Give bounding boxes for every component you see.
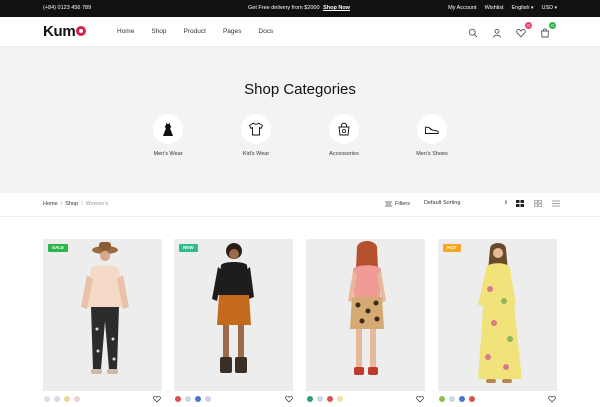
color-swatch[interactable] (439, 396, 445, 402)
color-swatch[interactable] (44, 396, 50, 402)
color-swatch[interactable] (449, 396, 455, 402)
wishlist-link[interactable]: Wishlist (485, 5, 504, 11)
product-image (478, 243, 522, 383)
category-circle (241, 114, 271, 144)
color-swatch[interactable] (337, 396, 343, 402)
shoe-icon (425, 126, 439, 134)
nav-home[interactable]: Home (117, 28, 134, 35)
color-swatches (44, 396, 80, 402)
shop-now-link[interactable]: Shop Now (323, 5, 350, 11)
main-header: Kum Home Shop Product Pages Docs 0 0 (0, 17, 600, 47)
nav-docs[interactable]: Docs (258, 28, 273, 35)
sort-value: Default Sorting (424, 200, 461, 206)
color-swatch[interactable] (469, 396, 475, 402)
main-nav: Home Shop Product Pages Docs (117, 28, 273, 35)
heart-icon[interactable] (548, 395, 556, 403)
product-image (212, 243, 254, 373)
promo-text: Get Free delivery from $2000 (248, 5, 320, 11)
tshirt-icon (248, 122, 264, 136)
bag-icon (338, 122, 350, 136)
sort-arrows-icon: ⇕ (503, 200, 508, 206)
heart-icon[interactable] (285, 395, 293, 403)
category-mens-wear[interactable]: Men's Wear (133, 114, 203, 157)
breadcrumb: Home / Shop / Women's (43, 201, 109, 207)
top-bar-links: My Account Wishlist English USD (448, 5, 557, 11)
category-mens-shoes[interactable]: Men's Shoes (397, 114, 467, 157)
breadcrumb-shop[interactable]: Shop (65, 201, 78, 207)
dress-icon (163, 122, 173, 136)
color-swatch[interactable] (317, 396, 323, 402)
filters-label: Filters (395, 201, 410, 207)
nav-shop[interactable]: Shop (151, 28, 166, 35)
cart-count-badge: 0 (549, 22, 556, 29)
category-circle (417, 114, 447, 144)
heart-icon[interactable] (153, 395, 161, 403)
product-card[interactable]: NEW (174, 239, 293, 391)
filter-icon (385, 201, 392, 207)
color-swatch[interactable] (327, 396, 333, 402)
user-icon[interactable] (492, 25, 504, 38)
color-swatches (307, 396, 343, 402)
new-badge: NEW (179, 244, 198, 252)
logo-text: Kum (43, 23, 76, 40)
color-swatch[interactable] (205, 396, 211, 402)
product-card[interactable]: HOT (438, 239, 557, 391)
category-circle (153, 114, 183, 144)
shop-toolbar: Home / Shop / Women's Filters Default Sortin… (0, 193, 600, 217)
color-swatch[interactable] (307, 396, 313, 402)
list-view-icon[interactable] (552, 200, 560, 207)
wishlist-count-badge: 0 (525, 22, 532, 29)
product-card[interactable]: SALE (43, 239, 162, 391)
category-label: Men's Shoes (416, 151, 448, 157)
product-image (81, 242, 129, 374)
category-accessories[interactable]: Accessories (309, 114, 379, 157)
color-swatch[interactable] (175, 396, 181, 402)
my-account-link[interactable]: My Account (448, 5, 476, 11)
category-label: Accessories (329, 151, 359, 157)
top-bar: (+84) 0123 456 789 Get Free delivery fro… (0, 0, 600, 17)
sale-badge: SALE (48, 244, 69, 252)
phone-number: (+84) 0123 456 789 (43, 5, 92, 11)
view-switcher (516, 200, 560, 207)
color-swatch[interactable] (195, 396, 201, 402)
hot-badge: HOT (443, 244, 461, 252)
color-swatch[interactable] (74, 396, 80, 402)
page-title: Shop Categories (244, 81, 356, 98)
color-swatch[interactable] (54, 396, 60, 402)
nav-product[interactable]: Product (184, 28, 206, 35)
header-icons: 0 0 (468, 22, 556, 38)
category-kids-wear[interactable]: Kid's Wear (221, 114, 291, 157)
sort-select[interactable]: Default Sorting ⇕ (424, 200, 508, 206)
wishlist-icon[interactable]: 0 (516, 22, 532, 38)
category-label: Kid's Wear (242, 151, 270, 157)
product-card[interactable] (306, 239, 425, 391)
color-swatches (175, 396, 211, 402)
cart-icon[interactable]: 0 (540, 22, 556, 38)
product-image (348, 241, 386, 375)
color-swatches (439, 396, 475, 402)
grid-view-icon[interactable] (534, 200, 542, 207)
language-dropdown[interactable]: English (512, 5, 534, 11)
search-icon[interactable] (468, 25, 480, 38)
color-swatch[interactable] (185, 396, 191, 402)
grid-4-view-icon[interactable] (516, 200, 524, 207)
breadcrumb-current: Women's (85, 201, 109, 207)
logo[interactable]: Kum (43, 23, 87, 40)
shop-categories-section: Shop Categories Men's Wear Kid's Wear Ac… (0, 47, 600, 193)
currency-dropdown[interactable]: USD (541, 5, 557, 11)
logo-dot-icon (76, 26, 87, 36)
nav-pages[interactable]: Pages (223, 28, 241, 35)
color-swatch[interactable] (64, 396, 70, 402)
filters-button[interactable]: Filters (385, 201, 410, 207)
color-swatch[interactable] (459, 396, 465, 402)
category-label: Men's Wear (153, 151, 183, 157)
promo-banner: Get Free delivery from $2000 Shop Now (248, 5, 350, 11)
heart-icon[interactable] (416, 395, 424, 403)
category-circle (329, 114, 359, 144)
breadcrumb-home[interactable]: Home (43, 201, 58, 207)
